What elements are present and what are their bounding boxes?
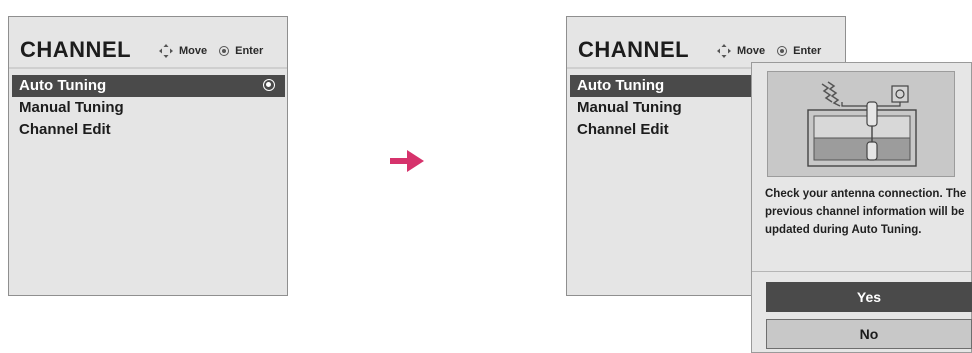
right-arrow-icon bbox=[390, 150, 424, 172]
navigation-hints: Move Enter bbox=[159, 44, 263, 58]
move-hint-label: Move bbox=[179, 45, 208, 57]
menu-title: CHANNEL bbox=[578, 37, 690, 62]
menu-item-auto-tuning[interactable]: Auto Tuning bbox=[12, 75, 285, 97]
move-arrows-icon bbox=[159, 44, 173, 58]
channel-menu-panel: CHANNEL Move Enter Auto Tuning Manual Tu… bbox=[8, 16, 288, 296]
menu-item-channel-edit[interactable]: Channel Edit bbox=[12, 119, 285, 141]
menu-item-label: Auto Tuning bbox=[19, 77, 107, 94]
navigation-hints: Move Enter bbox=[717, 44, 821, 58]
antenna-diagram-icon bbox=[807, 81, 917, 167]
enter-icon bbox=[777, 46, 788, 56]
menu-item-label: Manual Tuning bbox=[19, 99, 124, 116]
menu-item-label: Auto Tuning bbox=[577, 77, 665, 94]
menu-header: CHANNEL Move Enter bbox=[9, 17, 287, 69]
menu-item-manual-tuning[interactable]: Manual Tuning bbox=[12, 97, 285, 119]
menu-item-label: Channel Edit bbox=[577, 121, 669, 138]
enter-icon bbox=[219, 46, 230, 56]
menu-item-label: Channel Edit bbox=[19, 121, 111, 138]
enter-hint-label: Enter bbox=[793, 45, 822, 57]
menu-item-label: Manual Tuning bbox=[577, 99, 682, 116]
auto-tuning-dialog: Check your antenna connection. The previ… bbox=[751, 62, 972, 353]
antenna-connection-illustration bbox=[767, 71, 955, 177]
enter-hint-label: Enter bbox=[235, 45, 264, 57]
dialog-message: Check your antenna connection. The previ… bbox=[765, 188, 967, 236]
selected-radio-icon bbox=[263, 79, 275, 91]
menu-title: CHANNEL bbox=[20, 37, 132, 62]
no-button[interactable]: No bbox=[766, 319, 972, 349]
move-hint-label: Move bbox=[737, 45, 766, 57]
dialog-divider bbox=[752, 271, 971, 272]
channel-menu-list: Auto Tuning Manual Tuning Channel Edit bbox=[12, 75, 285, 141]
yes-button[interactable]: Yes bbox=[766, 282, 972, 312]
move-arrows-icon bbox=[717, 44, 731, 58]
